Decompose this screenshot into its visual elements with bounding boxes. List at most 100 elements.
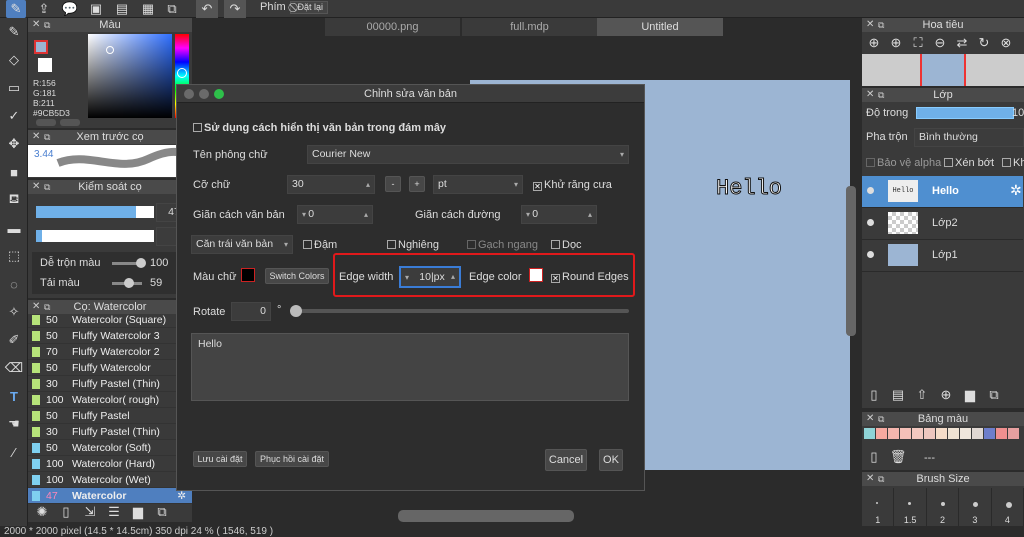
gradient-tool-icon[interactable]: ▬ bbox=[4, 219, 24, 237]
brush-list-item[interactable]: 50 Watercolor (Square) bbox=[28, 312, 192, 328]
new-file-icon[interactable]: ▯ bbox=[864, 448, 884, 466]
palette-swatch[interactable] bbox=[948, 428, 959, 439]
hue-handle[interactable] bbox=[177, 68, 187, 78]
load-knob[interactable] bbox=[124, 278, 134, 288]
cloud-font-checkbox[interactable]: Sử dụng cách hiển thị văn bản trong đám … bbox=[193, 122, 446, 134]
gear-icon[interactable]: ✲ bbox=[1010, 182, 1022, 199]
rotate-slider[interactable] bbox=[290, 305, 629, 317]
navigator-thumbnail[interactable] bbox=[862, 54, 1024, 86]
palette-swatch[interactable] bbox=[1008, 428, 1019, 439]
detach-icon[interactable]: ⧉ bbox=[878, 88, 884, 102]
lasso-tool-icon[interactable]: ◌ bbox=[4, 275, 24, 293]
brush-list-item[interactable]: 100 Watercolor (Hard) bbox=[28, 456, 192, 472]
detach-icon[interactable]: ⧉ bbox=[878, 412, 884, 426]
close-icon[interactable]: ✕ bbox=[866, 472, 874, 486]
zoom-in-icon[interactable]: ⊕ bbox=[864, 34, 884, 52]
round-edges-checkbox[interactable]: ✕ Round Edges bbox=[551, 271, 629, 283]
antialias-checkbox[interactable]: ✕ Khử răng cưa bbox=[533, 179, 612, 191]
line-spacing-input[interactable]: ▾ 0 ▴ bbox=[521, 205, 597, 224]
duplicate-icon[interactable]: ⧉ bbox=[152, 503, 172, 521]
remove-color-button[interactable] bbox=[60, 119, 80, 126]
brush-size-preset[interactable]: 3 bbox=[959, 488, 992, 526]
add-layer-icon[interactable]: ⊕ bbox=[936, 386, 956, 404]
undo-icon[interactable]: ↶ bbox=[196, 0, 218, 18]
detach-icon[interactable]: ⧉ bbox=[44, 180, 50, 194]
gear-icon[interactable]: ✲ bbox=[177, 490, 186, 502]
save-settings-button[interactable]: Lưu cài đặt bbox=[193, 451, 247, 467]
new-halftone-icon[interactable]: ▤ bbox=[888, 386, 908, 404]
detach-icon[interactable]: ⧉ bbox=[44, 18, 50, 32]
flip-icon[interactable]: ⇄ bbox=[952, 34, 972, 52]
brush-list-item[interactable]: 50 Fluffy Pastel bbox=[28, 408, 192, 424]
grid-icon[interactable]: ▦ bbox=[138, 0, 158, 18]
lock-checkbox[interactable]: Kh bbox=[1002, 157, 1024, 169]
text-content-area[interactable]: Hello bbox=[191, 333, 629, 401]
palette-swatch[interactable] bbox=[996, 428, 1007, 439]
switch-colors-button[interactable]: Switch Colors bbox=[265, 268, 329, 284]
blend-slider[interactable] bbox=[112, 258, 146, 268]
visibility-icon[interactable] bbox=[867, 187, 874, 194]
close-icon[interactable]: ✕ bbox=[32, 180, 40, 194]
palette-swatch[interactable] bbox=[912, 428, 923, 439]
duplicate-icon[interactable]: ⧉ bbox=[984, 386, 1004, 404]
italic-checkbox[interactable]: Nghiêng bbox=[387, 239, 439, 251]
text-color-swatch[interactable] bbox=[241, 268, 255, 282]
palette-swatch[interactable] bbox=[876, 428, 887, 439]
trash-icon[interactable]: 🗑 bbox=[888, 448, 908, 466]
reset-view-icon[interactable]: ⊗ bbox=[996, 34, 1016, 52]
add-color-button[interactable] bbox=[36, 119, 56, 126]
eraser-tool-icon[interactable]: ◇ bbox=[4, 51, 24, 69]
eyedropper-icon[interactable]: ⁄ bbox=[4, 443, 24, 461]
size-slider[interactable] bbox=[36, 206, 154, 218]
palette-swatch[interactable] bbox=[936, 428, 947, 439]
visibility-icon[interactable] bbox=[867, 251, 874, 258]
folder-icon[interactable]: ▆ bbox=[960, 386, 980, 404]
ok-button[interactable]: OK bbox=[599, 449, 623, 471]
close-icon[interactable]: ✕ bbox=[866, 88, 874, 102]
brush-tool-icon[interactable]: ✎ bbox=[4, 23, 24, 41]
load-slider[interactable] bbox=[112, 278, 142, 288]
chat-icon[interactable]: ▣ bbox=[86, 0, 106, 18]
close-icon[interactable]: ✕ bbox=[866, 18, 874, 32]
strikethrough-checkbox[interactable]: Gạch ngang bbox=[467, 239, 538, 251]
magic-wand-icon[interactable]: ✧ bbox=[4, 303, 24, 321]
reset-button[interactable]: ⃠ Đặt lại bbox=[290, 1, 329, 14]
palette-swatch[interactable] bbox=[888, 428, 899, 439]
palette-swatch[interactable] bbox=[960, 428, 971, 439]
rotate-slider-knob[interactable] bbox=[290, 305, 302, 317]
folder-icon[interactable]: ▆ bbox=[128, 503, 148, 521]
detach-icon[interactable]: ⧉ bbox=[44, 130, 50, 144]
detach-icon[interactable]: ⧉ bbox=[878, 472, 884, 486]
brush-size-preset[interactable]: 1.5 bbox=[894, 488, 927, 526]
canvas-text[interactable]: Hello bbox=[715, 176, 782, 202]
export-icon[interactable]: ⇪ bbox=[34, 0, 54, 18]
brush-list-item[interactable]: 100 Watercolor (Wet) bbox=[28, 472, 192, 488]
brush-list-item[interactable]: 30 Fluffy Pastel (Thin) bbox=[28, 376, 192, 392]
bucket-tool-icon[interactable]: ⛾ bbox=[4, 191, 24, 209]
select-tool-icon[interactable]: ⬚ bbox=[4, 247, 24, 265]
saturation-value-picker[interactable] bbox=[88, 34, 172, 118]
brush-tool-icon[interactable]: ✺ bbox=[32, 503, 52, 521]
import-layer-icon[interactable]: ⇧ bbox=[912, 386, 932, 404]
layers-icon[interactable]: ⧉ bbox=[162, 0, 182, 18]
layer-row-lop2[interactable]: Lớp2 bbox=[862, 208, 1023, 240]
blend-knob[interactable] bbox=[136, 258, 146, 268]
vertical-scrollbar[interactable] bbox=[846, 186, 856, 336]
palette-swatch[interactable] bbox=[900, 428, 911, 439]
brush-list-item[interactable]: 50 Watercolor (Soft) bbox=[28, 440, 192, 456]
brush-list-item[interactable]: 30 Fluffy Pastel (Thin) bbox=[28, 424, 192, 440]
restore-settings-button[interactable]: Phục hồi cài đặt bbox=[255, 451, 329, 467]
size-input[interactable]: 30 ▴ bbox=[287, 175, 375, 194]
palette-swatch[interactable] bbox=[984, 428, 995, 439]
comment-icon[interactable]: 💬 bbox=[60, 0, 80, 18]
size-unit-select[interactable]: pt ▾ bbox=[433, 175, 523, 194]
tab-untitled[interactable]: Untitled bbox=[597, 18, 723, 36]
increase-size-button[interactable]: + bbox=[409, 176, 425, 192]
check-icon[interactable]: ✓ bbox=[4, 107, 24, 125]
layer-opacity-slider[interactable] bbox=[916, 107, 1014, 119]
zoom-out-icon[interactable]: ⊖ bbox=[930, 34, 950, 52]
vertical-checkbox[interactable]: Dọc bbox=[551, 239, 582, 251]
zoom-in-icon[interactable]: ⊕ bbox=[886, 34, 906, 52]
visibility-icon[interactable] bbox=[867, 219, 874, 226]
layer-blend-select[interactable]: Bình thường bbox=[914, 128, 1024, 147]
